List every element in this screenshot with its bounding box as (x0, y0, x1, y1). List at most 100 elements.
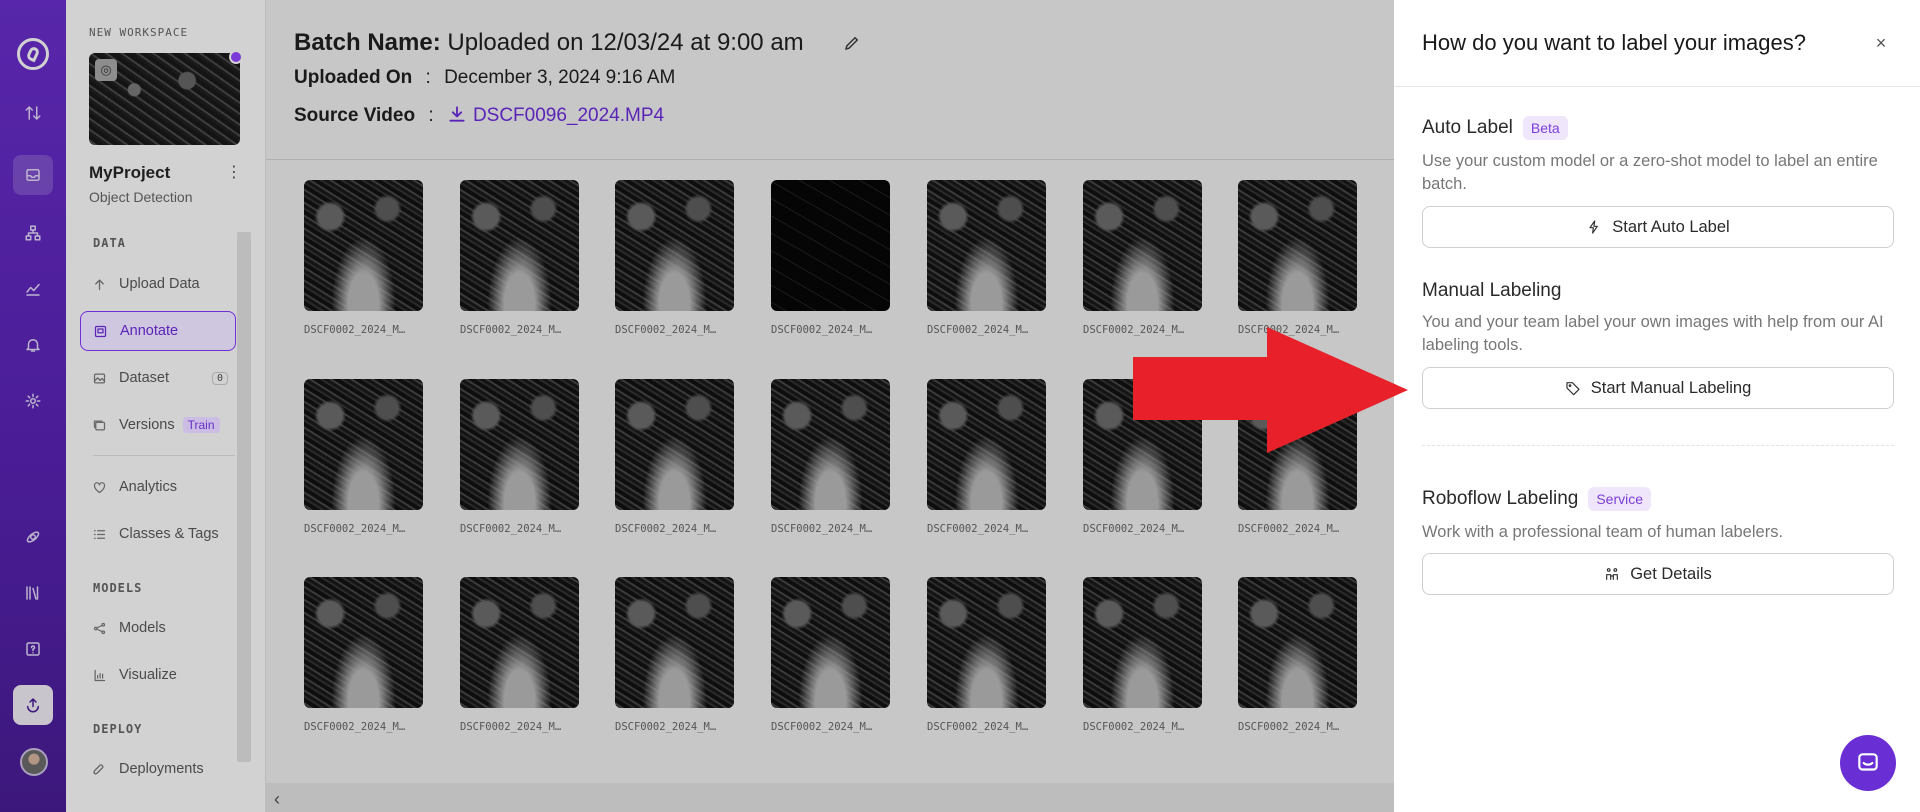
image-card[interactable]: DSCF0002_2024_M… (771, 379, 891, 535)
sidebar-item-analytics[interactable]: Analytics (80, 467, 236, 507)
nodes-icon (93, 622, 106, 634)
annotation-arrow (1133, 327, 1408, 453)
project-name: MyProject (89, 163, 171, 182)
image-card[interactable]: DSCF0002_2024_M… (927, 379, 1047, 535)
image-card[interactable]: DSCF0002_2024_M… (1083, 577, 1203, 733)
image-filename: DSCF0002_2024_M… (1083, 523, 1185, 535)
image-card[interactable]: DSCF0002_2024_M… (304, 577, 424, 733)
start-manual-labeling-button[interactable]: Start Manual Labeling (1422, 367, 1894, 409)
image-thumbnail[interactable] (927, 577, 1046, 708)
uploaded-on-value: December 3, 2024 9:16 AM (444, 67, 676, 88)
icon-rail (0, 0, 66, 812)
drawer-title: How do you want to label your images? (1422, 30, 1806, 55)
sidebar-item-classes-tags[interactable]: Classes & Tags (80, 514, 236, 554)
status-dot (229, 50, 243, 64)
image-thumbnail[interactable] (1238, 577, 1357, 708)
auto-label-title: Auto Label Beta (1422, 116, 1568, 140)
image-card[interactable]: DSCF0002_2024_M… (1238, 577, 1358, 733)
sidebar-item-models[interactable]: Models (80, 608, 236, 648)
image-card[interactable]: DSCF0002_2024_M… (771, 180, 891, 336)
rocket-icon (93, 763, 104, 774)
sidebar-item-dataset[interactable]: Dataset 0 (80, 358, 236, 398)
tag-icon (1566, 382, 1580, 396)
image-card[interactable]: DSCF0002_2024_M… (615, 577, 735, 733)
sidebar-item-versions[interactable]: Versions Train (80, 405, 236, 445)
image-card[interactable]: DSCF0002_2024_M… (460, 180, 580, 336)
image-card[interactable]: DSCF0002_2024_M… (1238, 180, 1358, 336)
image-thumbnail[interactable] (615, 379, 734, 510)
image-thumbnail[interactable] (615, 577, 734, 708)
image-thumbnail[interactable] (460, 379, 579, 510)
sidebar-item-visualize[interactable]: Visualize (80, 655, 236, 695)
workspace-label: NEW WORKSPACE (89, 26, 189, 39)
sidebar-item-deployments[interactable]: Deployments (80, 749, 236, 789)
image-card[interactable]: DSCF0002_2024_M… (460, 577, 580, 733)
image-thumbnail[interactable] (927, 180, 1046, 311)
image-thumbnail[interactable] (304, 577, 423, 708)
bars-icon (94, 669, 106, 681)
image-filename: DSCF0002_2024_M… (1238, 721, 1340, 733)
image-thumbnail[interactable] (1083, 577, 1202, 708)
uploaded-on: Uploaded On : December 3, 2024 9:16 AM (294, 67, 675, 89)
pencil-icon[interactable] (843, 34, 861, 52)
chat-support-button[interactable] (1840, 735, 1896, 791)
close-icon[interactable]: × (1870, 32, 1892, 54)
image-thumbnail[interactable] (304, 379, 423, 510)
sidebar-scrollbar[interactable] (237, 232, 251, 762)
image-card[interactable]: DSCF0002_2024_M… (771, 577, 891, 733)
image-card[interactable]: DSCF0002_2024_M… (927, 180, 1047, 336)
image-thumbnail[interactable] (615, 180, 734, 311)
bottom-scrollbar[interactable]: ‹ (266, 783, 1394, 812)
image-card[interactable]: DSCF0002_2024_M… (304, 180, 424, 336)
image-thumbnail[interactable] (771, 379, 890, 510)
image-thumbnail[interactable] (460, 577, 579, 708)
globe-icon: ◎ (95, 59, 117, 81)
drawer-divider (1422, 445, 1894, 446)
image-card[interactable]: DSCF0002_2024_M… (1083, 180, 1203, 336)
batch-header: Batch Name: Uploaded on 12/03/24 at 9:00… (266, 0, 1394, 160)
start-auto-label-button[interactable]: Start Auto Label (1422, 206, 1894, 248)
image-filename: DSCF0002_2024_M… (927, 721, 1029, 733)
image-thumbnail[interactable] (771, 180, 890, 311)
source-video: Source Video : DSCF0096_2024.MP4 (294, 104, 664, 130)
image-thumbnail[interactable] (1238, 180, 1357, 311)
heart-chart-icon (93, 481, 106, 493)
sidebar-item-annotate[interactable]: Annotate (80, 311, 236, 351)
image-card[interactable]: DSCF0002_2024_M… (927, 577, 1047, 733)
image-filename: DSCF0002_2024_M… (1083, 721, 1185, 733)
lightning-icon (1589, 220, 1599, 234)
chevron-left-icon[interactable]: ‹ (274, 789, 280, 810)
project-type: Object Detection (89, 189, 193, 205)
image-card[interactable]: DSCF0002_2024_M… (460, 379, 580, 535)
image-thumbnail[interactable] (1083, 180, 1202, 311)
section-models: MODELS (93, 581, 143, 595)
manual-labeling-title: Manual Labeling (1422, 280, 1562, 301)
source-video-link[interactable]: DSCF0096_2024.MP4 (473, 105, 664, 126)
source-video-sep: : (428, 105, 434, 126)
image-thumbnail[interactable] (460, 180, 579, 311)
batch-name-value: Uploaded on 12/03/24 at 9:00 am (447, 29, 804, 56)
download-icon[interactable] (447, 104, 467, 130)
get-details-button[interactable]: Get Details (1422, 553, 1894, 595)
image-thumbnail[interactable] (771, 577, 890, 708)
image-filename: DSCF0002_2024_M… (615, 324, 717, 336)
image-icon (93, 373, 106, 383)
image-card[interactable]: DSCF0002_2024_M… (615, 379, 735, 535)
image-filename: DSCF0002_2024_M… (771, 324, 873, 336)
image-thumbnail[interactable] (304, 180, 423, 311)
image-card[interactable]: DSCF0002_2024_M… (615, 180, 735, 336)
roboflow-labeling-desc: Work with a professional team of human l… (1422, 523, 1784, 541)
sidebar-item-upload-data[interactable]: Upload Data (80, 264, 236, 304)
uploaded-on-sep: : (425, 67, 431, 88)
source-video-label: Source Video (294, 105, 416, 126)
people-icon (1606, 568, 1619, 580)
project-thumbnail[interactable]: ◎ (89, 53, 240, 145)
more-vertical-icon[interactable]: ⋮ (226, 162, 242, 182)
image-thumbnail[interactable] (927, 379, 1046, 510)
versions-icon (93, 420, 106, 430)
dataset-count: 0 (211, 371, 228, 385)
image-filename: DSCF0002_2024_M… (304, 523, 406, 535)
train-badge: Train (182, 417, 220, 433)
image-filename: DSCF0002_2024_M… (615, 523, 717, 535)
image-card[interactable]: DSCF0002_2024_M… (304, 379, 424, 535)
